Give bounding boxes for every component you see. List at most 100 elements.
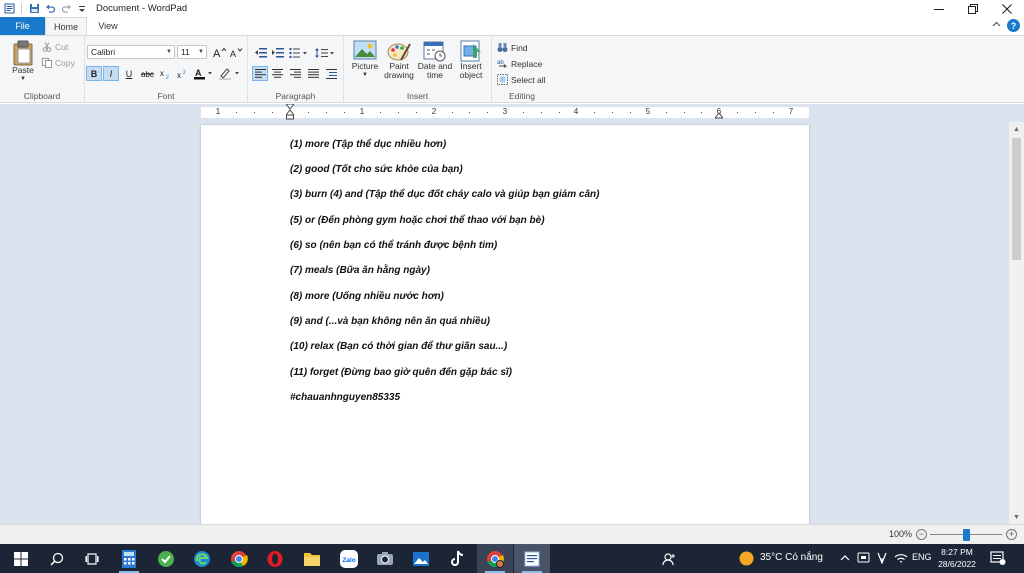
select-all-button[interactable]: Select all	[497, 74, 546, 85]
indent-marker-icon[interactable]	[286, 104, 294, 120]
decrease-indent-button[interactable]	[253, 45, 269, 60]
underline-button[interactable]: U	[121, 66, 137, 81]
taskbar-camera[interactable]	[367, 544, 403, 573]
restore-button[interactable]	[956, 0, 990, 17]
document-line[interactable]: (7) meals (Bữa ăn hằng ngày)	[290, 265, 430, 276]
align-left-button[interactable]	[252, 66, 268, 81]
bullets-icon	[289, 47, 307, 58]
find-button[interactable]: Find	[497, 42, 528, 53]
taskbar-photos[interactable]	[403, 544, 439, 573]
tab-file[interactable]: File	[0, 17, 45, 35]
cut-icon	[42, 42, 52, 52]
taskbar-wordpad[interactable]	[514, 544, 550, 573]
document-line[interactable]: (6) so (nên bạn có thể tránh được bệnh t…	[290, 240, 497, 251]
shrink-font-button[interactable]: A	[228, 45, 244, 60]
wordpad-app-icon[interactable]	[3, 3, 15, 15]
scroll-up-arrow-icon[interactable]: ▲	[1009, 122, 1024, 136]
calendar-clock-icon	[423, 41, 446, 62]
undo-icon[interactable]	[44, 3, 56, 15]
justify-button[interactable]	[305, 66, 321, 81]
tiktok-icon	[451, 550, 464, 566]
replace-button[interactable]: ab Replace	[497, 58, 542, 69]
minimize-button[interactable]	[922, 0, 956, 17]
wifi-icon[interactable]	[894, 552, 908, 564]
people-button[interactable]	[651, 544, 687, 573]
close-button[interactable]	[990, 0, 1024, 17]
scrollbar-thumb[interactable]	[1012, 138, 1021, 260]
zoom-out-icon[interactable]: −	[916, 529, 927, 540]
insert-picture-button[interactable]: Picture ▼	[348, 40, 382, 80]
font-size-combo[interactable]: 11 ▼	[177, 45, 207, 59]
notification-center-icon[interactable]	[990, 551, 1006, 566]
document-line[interactable]: #chauanhnguyen85335	[290, 392, 400, 403]
taskbar-file-explorer[interactable]	[294, 544, 330, 573]
document-line[interactable]: (8) more (Uống nhiều nước hơn)	[290, 291, 444, 302]
text-color-button[interactable]: A	[193, 66, 215, 81]
superscript-button[interactable]: x2	[174, 66, 190, 81]
taskbar-zalo[interactable]: Zalo	[331, 544, 367, 573]
paint-drawing-button[interactable]: Paint drawing	[382, 40, 416, 80]
taskbar-edge[interactable]	[184, 544, 220, 573]
highlight-color-button[interactable]	[218, 66, 242, 81]
right-indent-marker-icon[interactable]	[715, 112, 723, 119]
document-line[interactable]: (9) and (...và bạn không nên ăn quá nhiề…	[290, 316, 490, 327]
increase-indent-button[interactable]	[270, 45, 286, 60]
document-line[interactable]: (5) or (Đến phòng gym hoặc chơi thể thao…	[290, 215, 545, 226]
tray-chevron-up-icon[interactable]	[840, 553, 850, 563]
svg-text:x: x	[177, 71, 181, 79]
taskbar-app-green[interactable]	[148, 544, 184, 573]
bullets-button[interactable]	[288, 45, 310, 60]
subscript-button[interactable]: x2	[157, 66, 173, 81]
search-button[interactable]	[39, 544, 75, 573]
document-line[interactable]: (1) more (Tập thể dục nhiều hơn)	[290, 139, 446, 150]
italic-button[interactable]: I	[103, 66, 119, 81]
font-family-combo[interactable]: Calibri ▼	[87, 45, 175, 59]
zoom-in-icon[interactable]: +	[1006, 529, 1017, 540]
customize-qat-icon[interactable]	[76, 3, 88, 15]
clock[interactable]: 8:27 PM 28/6/2022	[932, 546, 982, 570]
cut-button[interactable]: Cut	[42, 42, 68, 52]
document-page[interactable]: (1) more (Tập thể dục nhiều hơn) (2) goo…	[201, 125, 809, 524]
language-indicator[interactable]: ENG	[912, 552, 932, 562]
scroll-down-arrow-icon[interactable]: ▼	[1009, 510, 1024, 524]
start-button[interactable]	[3, 544, 39, 573]
document-line[interactable]: (11) forget (Đừng bao giờ quên đến gặp b…	[290, 367, 512, 378]
minimize-ribbon-icon[interactable]	[992, 20, 1001, 31]
help-icon[interactable]: ?	[1007, 19, 1020, 32]
redo-icon[interactable]	[60, 3, 72, 15]
taskbar-opera[interactable]	[257, 544, 293, 573]
document-line[interactable]: (3) burn (4) and (Tập thể dục đốt cháy c…	[290, 189, 599, 200]
save-icon[interactable]	[28, 3, 40, 15]
taskbar-calculator[interactable]	[111, 544, 147, 573]
align-right-button[interactable]	[287, 66, 303, 81]
weather-text[interactable]: 35°C Có nắng	[760, 552, 823, 563]
vertical-scrollbar[interactable]: ▲ ▼	[1009, 122, 1024, 524]
weather-sun-icon[interactable]	[739, 551, 754, 566]
task-view-button[interactable]	[74, 544, 110, 573]
justify-icon	[307, 69, 319, 78]
taskbar-tiktok[interactable]	[440, 544, 476, 573]
document-line[interactable]: (10) relax (Bạn có thời gian để thư giãn…	[290, 341, 507, 352]
date-time-button[interactable]: Date and time	[416, 40, 454, 80]
document-line[interactable]: (2) good (Tốt cho sức khỏe của bạn)	[290, 164, 463, 175]
zoom-slider-thumb[interactable]	[963, 529, 970, 541]
copy-icon	[42, 58, 52, 68]
tab-view[interactable]: View	[88, 17, 128, 35]
pen-icon[interactable]	[876, 552, 888, 564]
ruler-number: 2	[431, 107, 437, 116]
align-center-button[interactable]	[269, 66, 285, 81]
taskbar-chrome[interactable]	[221, 544, 257, 573]
copy-button[interactable]: Copy	[42, 58, 75, 68]
ruler-tick	[398, 112, 399, 113]
taskbar-chrome-profile[interactable]	[477, 544, 513, 573]
insert-object-button[interactable]: Insert object	[454, 40, 488, 80]
meet-now-icon[interactable]	[857, 552, 870, 564]
line-spacing-button[interactable]	[314, 45, 336, 60]
grow-font-button[interactable]: A	[211, 45, 227, 60]
bold-button[interactable]: B	[86, 66, 102, 81]
paste-button[interactable]: Paste ▼	[8, 40, 38, 84]
paragraph-settings-button[interactable]	[323, 66, 339, 81]
horizontal-ruler[interactable]: 1 1 2 3 4 5 6 7	[201, 104, 809, 120]
tab-home[interactable]: Home	[45, 17, 87, 35]
strikethrough-button[interactable]: abc	[139, 66, 155, 81]
